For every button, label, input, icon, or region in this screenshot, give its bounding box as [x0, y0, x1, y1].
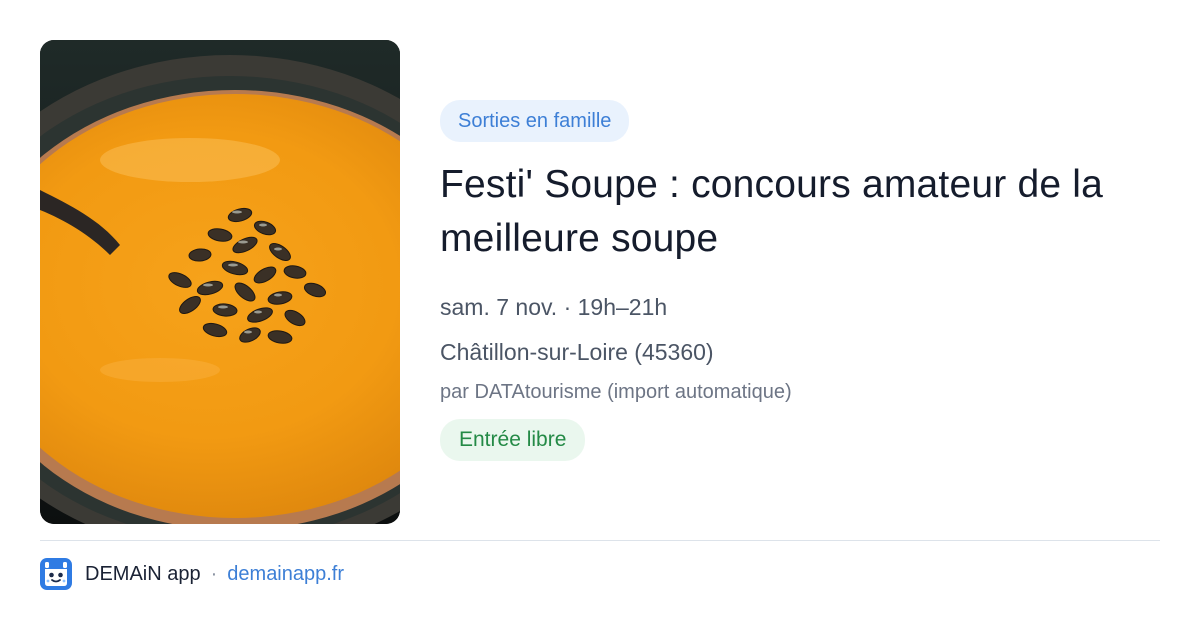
demain-logo-icon: [40, 558, 72, 590]
event-location: Châtillon-sur-Loire (45360): [440, 339, 714, 365]
app-domain-link[interactable]: demainapp.fr: [227, 563, 344, 586]
app-name: DEMAiN app: [85, 562, 201, 585]
category-badge[interactable]: Sorties en famille: [440, 100, 630, 142]
footer: DEMAiN app · demainapp.fr: [40, 557, 344, 591]
event-image: [40, 40, 400, 524]
footer-separator: ·: [210, 562, 218, 585]
footer-divider: [40, 540, 1160, 541]
price-badge: Entrée libre: [440, 419, 586, 461]
event-details: Sorties en famille Festi' Soupe : concou…: [440, 100, 1160, 461]
event-date-time: sam. 7 nov. · 19h–21h: [440, 294, 668, 320]
soup-photo: [40, 40, 400, 524]
event-title: Festi' Soupe : concours amateur de la me…: [440, 163, 1104, 260]
event-source: par DATAtourisme (import automatique): [440, 381, 792, 403]
